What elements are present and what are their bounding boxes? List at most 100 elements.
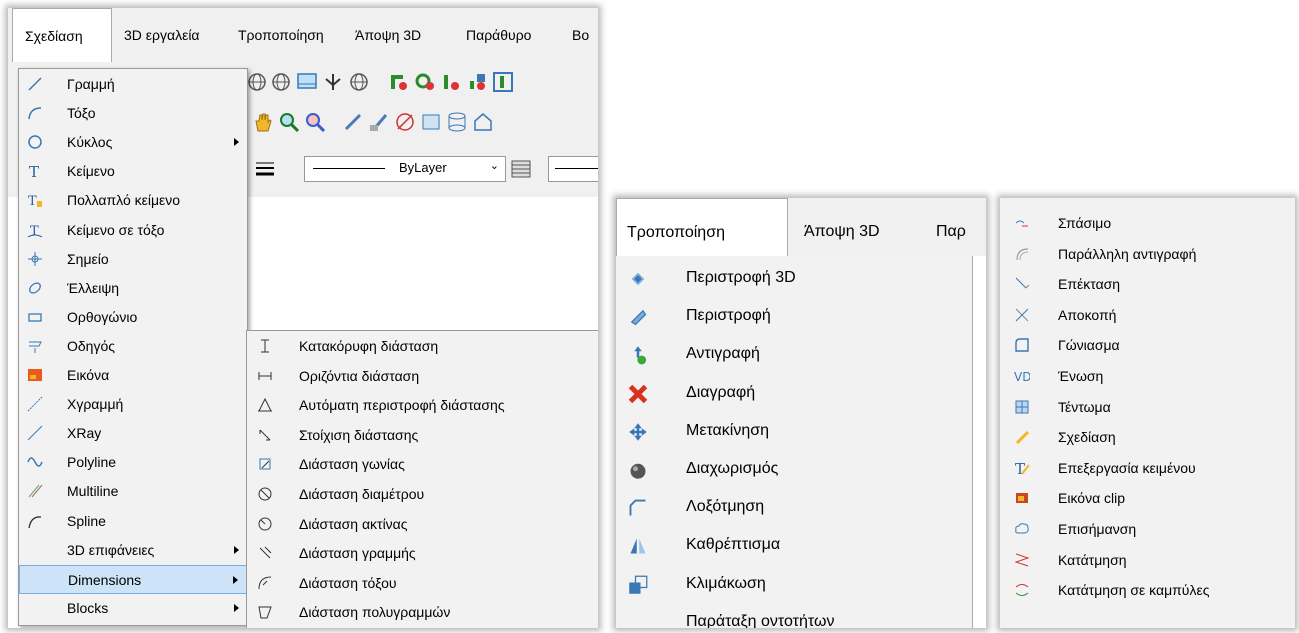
lineweight-select[interactable] — [548, 156, 598, 182]
menu-item[interactable]: 3D επιφάνειες — [19, 536, 247, 565]
menu-item[interactable]: Μετακίνηση — [616, 412, 972, 450]
pencil-icon[interactable] — [342, 111, 364, 133]
revision-cloud-icon — [1014, 521, 1030, 537]
snap-icon[interactable] — [388, 71, 410, 93]
menu-item[interactable]: Οδηγός — [19, 332, 247, 361]
menu-item[interactable]: T Επεξεργασία κειμένου — [1000, 453, 1295, 484]
snap-icon[interactable] — [466, 71, 488, 93]
menu-item[interactable]: Διάσταση γραμμής — [247, 539, 598, 568]
menu-item[interactable]: T Πολλαπλό κείμενο — [19, 186, 247, 215]
menu-item[interactable]: Κατάτμηση σε καμπύλες — [1000, 575, 1295, 606]
menu-item[interactable]: Εικόνα clip — [1000, 483, 1295, 514]
menu-item[interactable]: Παράταξη οντοτήτων — [616, 603, 972, 628]
menu-modify[interactable]: Τροποποίηση — [238, 8, 324, 62]
menu-modify[interactable]: Τροποποίηση — [616, 198, 788, 256]
menu-item[interactable]: Λοξότμηση — [616, 488, 972, 526]
menu-item[interactable]: T Κείμενο — [19, 157, 247, 186]
menu-item[interactable]: VD Ένωση — [1000, 361, 1295, 392]
snap-icon[interactable] — [440, 71, 462, 93]
menu-view-3d[interactable]: Άποψη 3D — [355, 8, 421, 62]
break-icon — [1014, 215, 1030, 231]
menu-item[interactable]: Διαγραφή — [616, 374, 972, 412]
menu-item[interactable]: Blocks — [19, 594, 247, 623]
menu-item-label: Εικόνα clip — [1058, 490, 1126, 507]
menu-item[interactable]: Κλιμάκωση — [616, 565, 972, 603]
menu-item[interactable]: Σημείο — [19, 245, 247, 274]
globe-icon[interactable] — [270, 71, 292, 93]
menu-item[interactable]: Ορθογώνιο — [19, 303, 247, 332]
menu-item-label: Blocks — [67, 599, 109, 616]
menu-item[interactable]: Διάσταση ακτίνας — [247, 510, 598, 539]
menu-item[interactable]: Περιστροφή — [616, 297, 972, 335]
menu-item[interactable]: Διάσταση τόξου — [247, 569, 598, 598]
brush-icon[interactable] — [368, 111, 390, 133]
hatch-icon[interactable] — [510, 158, 532, 180]
lineweight-icon[interactable] — [254, 158, 276, 180]
menu-item[interactable]: Επέκταση — [1000, 269, 1295, 300]
menu-item[interactable]: Χγραμμή — [19, 390, 247, 419]
arc-icon — [27, 105, 43, 121]
menu-item[interactable]: Επισήμανση — [1000, 514, 1295, 545]
menu-item[interactable]: Spline — [19, 507, 247, 536]
menu-item[interactable]: Γραμμή — [19, 70, 247, 99]
house-icon[interactable] — [472, 111, 494, 133]
menu-item[interactable]: Παράλληλη αντιγραφή — [1000, 239, 1295, 270]
xray-icon — [27, 425, 43, 441]
menu-item[interactable]: T Κείμενο σε τόξο — [19, 216, 247, 245]
monitor-icon[interactable] — [296, 71, 318, 93]
menu-item-label: Διαγραφή — [686, 383, 756, 401]
cylinder-icon[interactable] — [446, 111, 468, 133]
menu-item[interactable]: Διάσταση γωνίας — [247, 450, 598, 479]
menu-item[interactable]: Κατακόρυφη διάσταση — [247, 332, 598, 361]
snap-icon[interactable] — [414, 71, 436, 93]
menu-item[interactable]: Περιστροφή 3D — [616, 259, 972, 297]
menu-help[interactable]: Βο — [572, 8, 589, 62]
draw-menu-dropdown: Γραμμή Τόξο Κύκλος T Κείμενο T Πολλαπλό κείμεν… — [18, 68, 248, 626]
zoom-icon[interactable] — [278, 111, 300, 133]
circle-slash-icon[interactable] — [394, 111, 416, 133]
menu-item[interactable]: Διαχωρισμός — [616, 450, 972, 488]
menu-item[interactable]: Αποκοπή — [1000, 300, 1295, 331]
menu-item-label: Μετακίνηση — [686, 421, 770, 439]
menu-item[interactable]: Σπάσιμο — [1000, 208, 1295, 239]
menu-3d-tools[interactable]: 3D εργαλεία — [124, 8, 200, 62]
globe-icon[interactable] — [348, 71, 370, 93]
menu-item[interactable]: Κατάτμηση — [1000, 545, 1295, 576]
menu-item[interactable]: XRay — [19, 419, 247, 448]
menu-item[interactable]: Διάσταση διαμέτρου — [247, 480, 598, 509]
offset-icon — [1014, 246, 1030, 262]
move-icon — [628, 422, 648, 442]
zoom-icon[interactable] — [304, 111, 326, 133]
menu-item[interactable]: Αντιγραφή — [616, 335, 972, 373]
menu-item[interactable]: Καθρέπτισμα — [616, 526, 972, 564]
image-icon[interactable] — [420, 111, 442, 133]
menu-item[interactable]: Οριζόντια διάσταση — [247, 362, 598, 391]
pan-hand-icon[interactable] — [252, 111, 274, 133]
menu-item[interactable]: Έλλειψη — [19, 274, 247, 303]
menu-item[interactable]: Τόξο — [19, 99, 247, 128]
menu-item[interactable]: Τέντωμα — [1000, 392, 1295, 423]
menu-item[interactable]: Αυτόματη περιστροφή διάστασης — [247, 391, 598, 420]
arc-dimension-icon — [257, 575, 273, 591]
menu-item[interactable]: Polyline — [19, 448, 247, 477]
menu-item[interactable]: Κύκλος — [19, 128, 247, 157]
menu-window[interactable]: Παράθυρο — [466, 8, 531, 62]
menu-window[interactable]: Παρ — [936, 198, 966, 256]
menu-item[interactable]: Σχεδίαση — [1000, 422, 1295, 453]
globe-icon[interactable] — [246, 71, 268, 93]
menu-item[interactable]: Εικόνα — [19, 361, 247, 390]
menu-draw[interactable]: Σχεδίαση — [12, 8, 112, 62]
menu-item-label: Τέντωμα — [1058, 398, 1111, 415]
menu-item-label: Γραμμή — [67, 76, 115, 92]
menu-item[interactable]: Dimensions — [19, 564, 247, 594]
menu-item-label: Κατάτμηση σε καμπύλες — [1058, 582, 1210, 599]
menu-item[interactable]: Multiline — [19, 477, 247, 506]
menu-view-3d[interactable]: Άποψη 3D — [804, 198, 880, 256]
snap-icon[interactable] — [492, 71, 514, 93]
menu-item[interactable]: Στοίχιση διάστασης — [247, 421, 598, 450]
menu-item[interactable]: Γώνιασμα — [1000, 330, 1295, 361]
menu-item[interactable]: Διάσταση πολυγραμμών — [247, 598, 598, 627]
linetype-select[interactable]: ByLayer ⌄ — [304, 156, 506, 182]
axis-icon[interactable] — [322, 71, 344, 93]
submenu-arrow-icon — [234, 603, 239, 612]
